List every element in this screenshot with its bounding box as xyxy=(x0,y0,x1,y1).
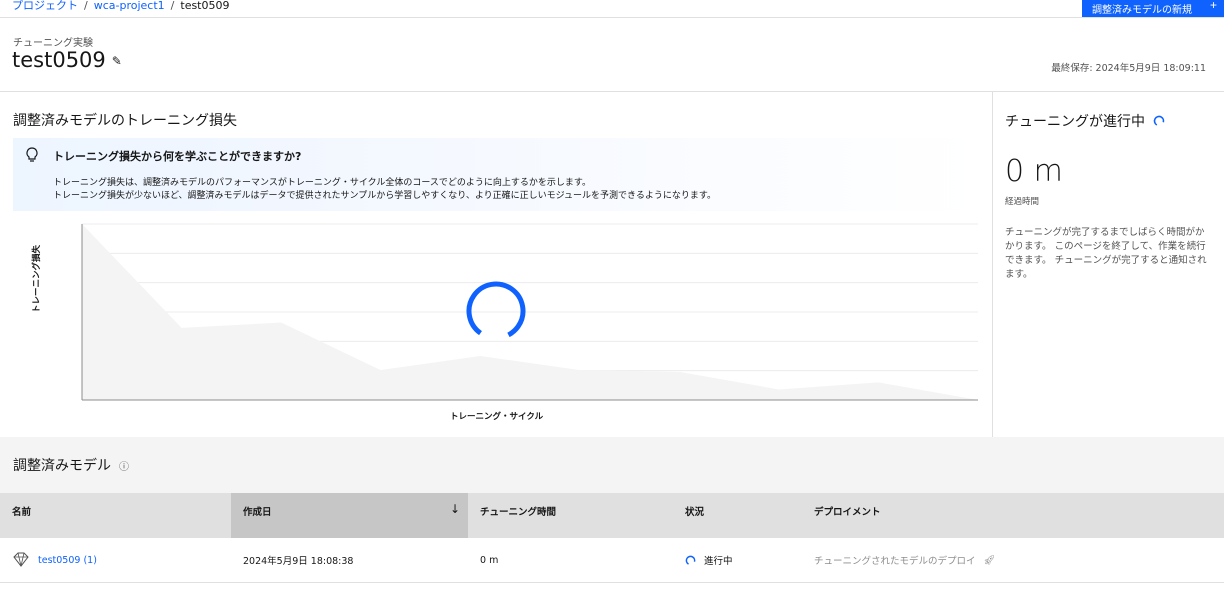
page-title: test0509 xyxy=(12,48,106,72)
lightbulb-icon xyxy=(25,147,39,167)
model-icon xyxy=(13,552,29,567)
tuned-models-title: 調整済みモデル xyxy=(13,458,111,474)
page-title-row: test0509 ✎ xyxy=(12,48,122,72)
tuning-status-title-row: チューニングが進行中 xyxy=(1005,111,1165,131)
loading-spinner-icon xyxy=(1153,115,1165,127)
elapsed-time-label: 経過時間 xyxy=(1005,197,1040,207)
training-loss-title: 調整済みモデルのトレーニング損失 xyxy=(13,113,237,129)
breadcrumb-separator: / xyxy=(84,0,88,12)
loading-spinner-icon xyxy=(685,555,696,565)
model-name-link[interactable]: test0509 (1) xyxy=(38,555,97,566)
breadcrumb-current: test0509 xyxy=(180,0,230,12)
y-axis-label: トレーニング損失 xyxy=(32,244,42,313)
status-text: 進行中 xyxy=(704,556,733,567)
table-header: 名前 作成日 ↓ チューニング時間 状況 デプロイメント xyxy=(0,493,1224,538)
breadcrumb-item-projects[interactable]: プロジェクト xyxy=(12,0,78,13)
column-header-status[interactable]: 状況 xyxy=(673,493,802,538)
deploy-model-link[interactable]: チューニングされたモデルのデプロイ xyxy=(814,553,976,567)
training-loss-panel: 調整済みモデルのトレーニング損失 トレーニング損失から何を学ぶことができますか?… xyxy=(0,92,991,437)
breadcrumb-separator: / xyxy=(170,0,175,12)
cell-name: test0509 (1) xyxy=(0,538,231,582)
arrow-down-icon[interactable]: ↓ xyxy=(450,502,460,516)
cell-deployment: チューニングされたモデルのデプロイ 🚀︎ xyxy=(802,538,1224,582)
tip-box: トレーニング損失から何を学ぶことができますか? トレーニング損失は、調整済みモデ… xyxy=(13,138,983,211)
info-icon[interactable]: ⓘ xyxy=(119,458,129,473)
x-axis-label: トレーニング・サイクル xyxy=(450,412,544,422)
tip-title: トレーニング損失から何を学ぶことができますか? xyxy=(53,150,302,163)
table-row: test0509 (1) 2024年5月9日 18:08:38 0 m 進行中 … xyxy=(0,538,1224,583)
page-subtitle: チューニング実験 xyxy=(13,38,93,49)
last-saved-text: 最終保存: 2024年5月9日 18:09:11 xyxy=(1051,63,1206,74)
new-tuned-model-label: 調整済みモデルの新規 xyxy=(1092,5,1192,16)
tuning-status-panel: チューニングが進行中 0 m 経過時間 チューニングが完了するまでしばらく時間が… xyxy=(992,92,1224,437)
tuned-models-title-row: 調整済みモデル ⓘ xyxy=(13,455,129,475)
breadcrumb-item-project[interactable]: wca-project1 xyxy=(94,0,165,12)
column-header-duration[interactable]: チューニング時間 xyxy=(468,493,673,538)
elapsed-time-value: 0 m xyxy=(1005,154,1063,189)
column-header-created[interactable]: 作成日 ↓ xyxy=(231,493,468,538)
cell-duration: 0 m xyxy=(480,554,499,566)
tuning-status-description: チューニングが完了するまでしばらく時間がかかります。 このページを終了して、作業… xyxy=(1005,227,1207,280)
column-header-name[interactable]: 名前 xyxy=(0,493,231,538)
divider xyxy=(0,17,1224,18)
loading-spinner-icon xyxy=(466,281,526,341)
rocket-icon[interactable]: 🚀︎ xyxy=(984,555,996,566)
tuning-status-title: チューニングが進行中 xyxy=(1005,114,1145,130)
tip-text: トレーニング損失は、調整済みモデルのパフォーマンスがトレーニング・サイクル全体の… xyxy=(53,178,592,188)
cell-status: 進行中 xyxy=(673,538,802,582)
tip-text: トレーニング損失が少ないほど、調整済みモデルはデータで提供されたサンプルから学習… xyxy=(53,191,716,201)
edit-icon[interactable]: ✎ xyxy=(112,54,122,68)
plus-icon: + xyxy=(1209,0,1217,12)
column-header-created-label: 作成日 xyxy=(243,507,272,518)
breadcrumb: プロジェクト / wca-project1 / test0509 xyxy=(12,0,230,14)
cell-created: 2024年5月9日 18:08:38 xyxy=(243,556,354,567)
new-tuned-model-button[interactable]: 調整済みモデルの新規 + xyxy=(1082,0,1224,17)
column-header-deployment[interactable]: デプロイメント xyxy=(802,493,1224,538)
tuned-models-section: 調整済みモデル ⓘ xyxy=(0,437,1224,493)
